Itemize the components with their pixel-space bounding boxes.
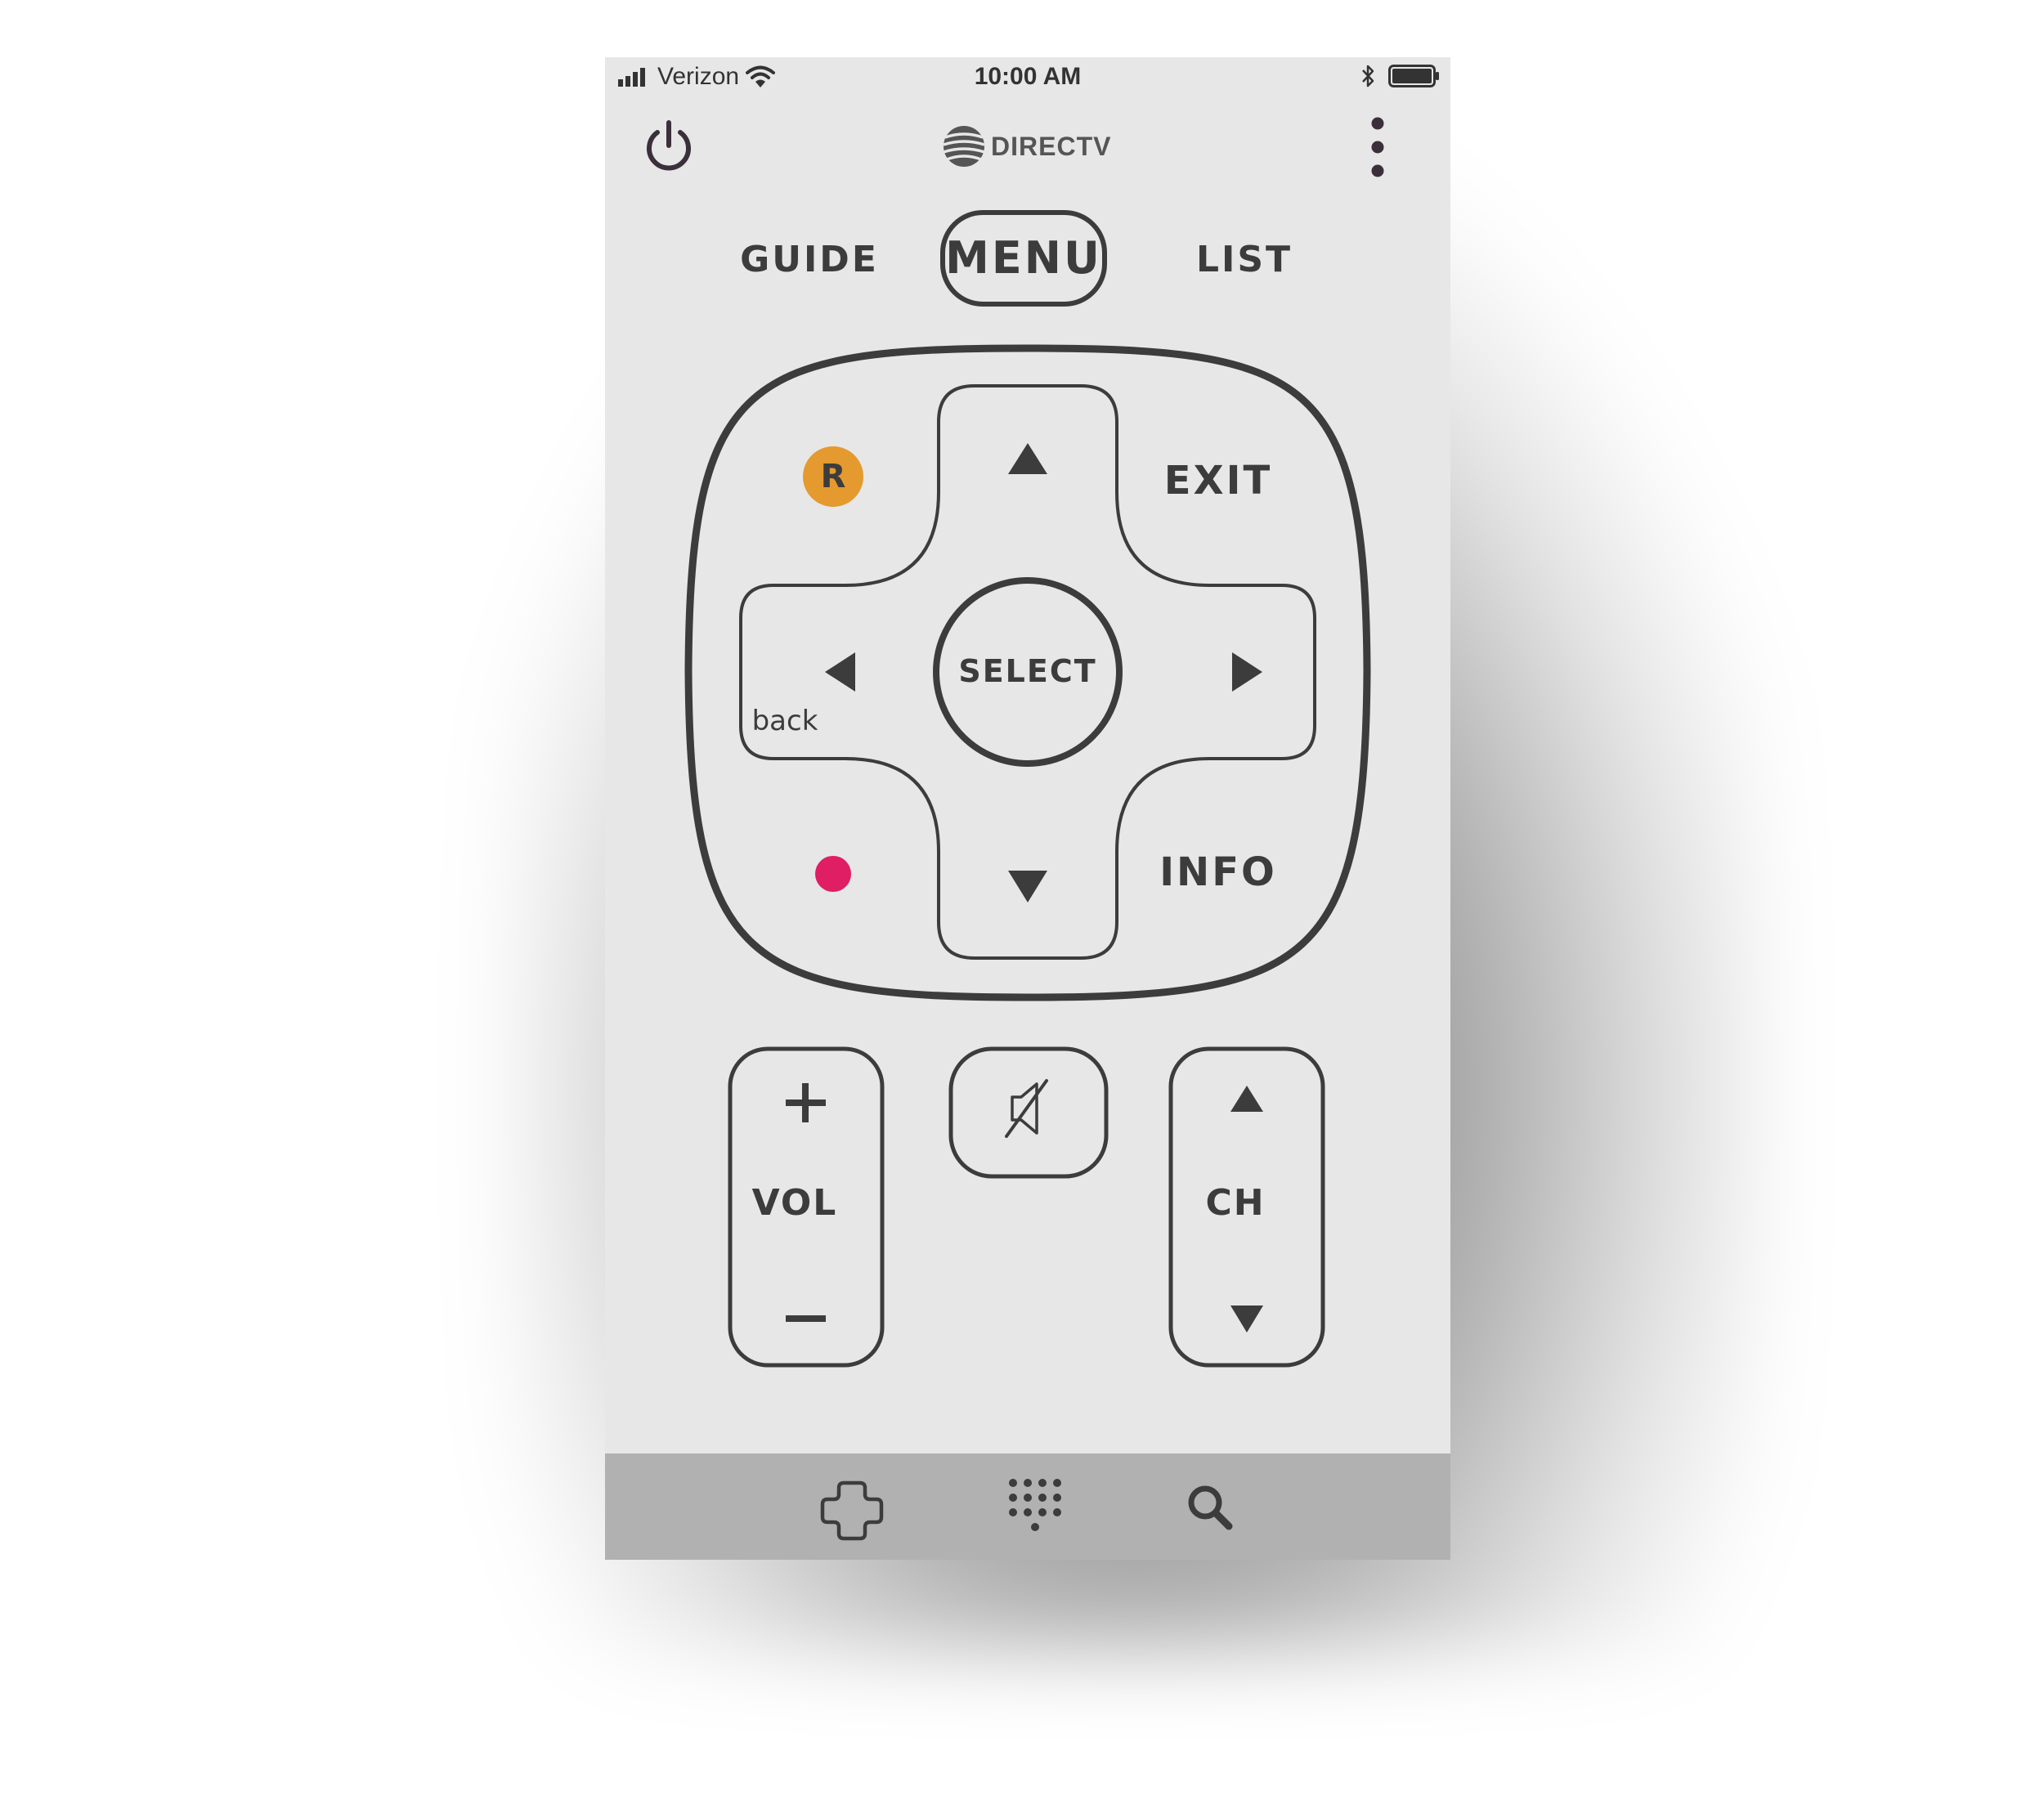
replay-button[interactable]: R <box>803 446 863 507</box>
tab-dpad[interactable] <box>811 1470 893 1552</box>
phone-screen: Verizon 10:00 AM DIRECTV GUIDE MENU LIST… <box>605 57 1450 1560</box>
dpad-icon <box>820 1480 884 1541</box>
stage: Verizon 10:00 AM DIRECTV GUIDE MENU LIST… <box>0 0 2044 1796</box>
dpad-down-button[interactable] <box>940 801 1115 956</box>
search-icon <box>1188 1485 1233 1530</box>
volume-up-button[interactable] <box>733 1051 880 1149</box>
info-button[interactable]: INFO <box>1145 848 1292 897</box>
dpad-right-button[interactable] <box>1123 587 1313 757</box>
back-label: back <box>751 705 818 737</box>
volume-label: VOL <box>751 1182 838 1224</box>
record-icon[interactable] <box>815 856 851 892</box>
select-button[interactable]: SELECT <box>934 651 1122 692</box>
tab-keypad[interactable] <box>995 1470 1077 1552</box>
volume-down-button[interactable] <box>733 1265 880 1364</box>
dpad-up-button[interactable] <box>940 387 1115 543</box>
bottom-nav-bar <box>605 1453 1450 1560</box>
tab-search[interactable] <box>1171 1470 1253 1552</box>
exit-button[interactable]: EXIT <box>1145 456 1292 505</box>
channel-label: CH <box>1205 1182 1266 1224</box>
channel-down-button[interactable] <box>1173 1265 1320 1364</box>
mute-button[interactable] <box>953 1051 1104 1174</box>
channel-up-button[interactable] <box>1173 1051 1320 1149</box>
keypad-icon <box>1009 1479 1061 1531</box>
